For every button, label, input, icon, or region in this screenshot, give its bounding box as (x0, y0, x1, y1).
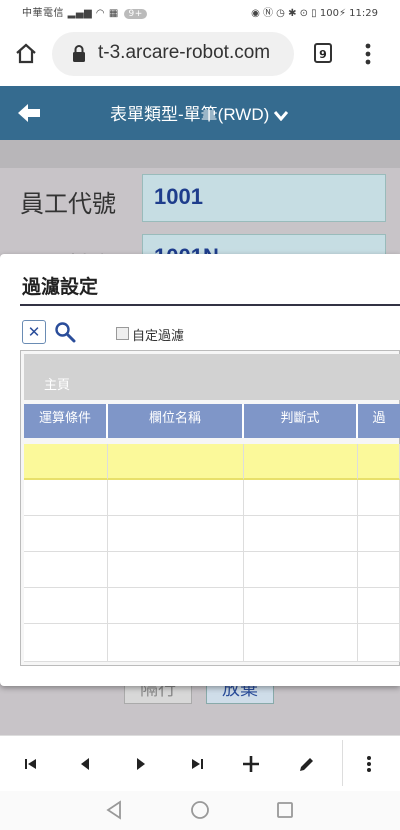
cell-filter-value[interactable] (358, 624, 400, 662)
cell-filter-value[interactable] (358, 516, 400, 552)
clear-filter-button[interactable]: ✕ (22, 320, 46, 344)
close-icon: ✕ (27, 323, 41, 341)
table-row[interactable] (24, 624, 400, 662)
status-right: ◉ Ⓝ ◷ ✱ ⊙ ▯ 100⚡ 11:29 (251, 8, 378, 19)
nav-back-icon[interactable] (104, 799, 124, 821)
cell-field-name[interactable] (108, 588, 244, 624)
column-header-condition[interactable]: 判斷式 (244, 404, 358, 438)
edit-pencil-icon[interactable] (296, 753, 318, 775)
cell-filter-value[interactable] (358, 588, 400, 624)
battery-level: 100 (319, 8, 339, 19)
search-icon[interactable] (54, 321, 76, 343)
cell-condition[interactable] (244, 624, 358, 662)
column-header-field-name[interactable]: 欄位名稱 (108, 404, 244, 438)
carrier-label: 中華電信 ▂▄▆ ◠ ▦ 9+ (22, 4, 147, 19)
table-row[interactable] (24, 552, 400, 588)
lock-icon (72, 45, 86, 63)
status-bar: 中華電信 ▂▄▆ ◠ ▦ 9+ ◉ Ⓝ ◷ ✱ ⊙ ▯ 100⚡ 11:29 (0, 0, 400, 22)
add-record-icon[interactable] (240, 753, 262, 775)
nav-recents-icon[interactable] (275, 800, 295, 820)
table-row[interactable] (24, 516, 400, 552)
form-top-strip (0, 140, 400, 168)
notification-badge: 9+ (124, 9, 147, 19)
cell-operator[interactable] (24, 444, 108, 480)
cell-operator[interactable] (24, 480, 108, 516)
cell-field-name[interactable] (108, 552, 244, 588)
dialog-divider (20, 304, 400, 306)
dialog-title: 過濾設定 (22, 276, 99, 298)
app-title: 表單類型-單筆(RWD) (110, 105, 270, 124)
cell-field-name[interactable] (108, 444, 244, 480)
column-header-filter-value[interactable]: 過 (358, 404, 400, 438)
table-row[interactable] (24, 444, 400, 480)
more-vertical-icon[interactable] (358, 753, 380, 775)
cell-filter-value[interactable] (358, 552, 400, 588)
chevron-down-icon (269, 105, 289, 124)
url-text[interactable]: t-3.arcare-robot.com (98, 42, 270, 64)
form-type-dropdown[interactable]: 表單類型-單筆(RWD) (110, 100, 289, 125)
custom-filter-label: 自定過濾 (132, 329, 185, 344)
table-row[interactable] (24, 588, 400, 624)
next-record-icon[interactable] (130, 753, 152, 775)
cell-operator[interactable] (24, 516, 108, 552)
cell-operator[interactable] (24, 588, 108, 624)
cell-operator[interactable] (24, 624, 108, 662)
employee-id-label: 員工代號 (20, 190, 116, 218)
cell-field-name[interactable] (108, 624, 244, 662)
clock: 11:29 (349, 8, 378, 19)
cell-condition[interactable] (244, 480, 358, 516)
cell-condition[interactable] (244, 588, 358, 624)
cell-filter-value[interactable] (358, 480, 400, 516)
nav-home-icon[interactable] (189, 799, 211, 821)
cell-condition[interactable] (244, 552, 358, 588)
last-record-icon[interactable] (186, 753, 208, 775)
first-record-icon[interactable] (20, 753, 42, 775)
tab-bar (24, 354, 400, 400)
back-arrow-icon[interactable] (16, 101, 42, 125)
column-header-operator[interactable]: 運算條件 (24, 404, 108, 438)
overflow-menu-icon[interactable] (358, 40, 378, 68)
home-icon[interactable] (14, 42, 38, 66)
cell-condition[interactable] (244, 444, 358, 480)
cell-field-name[interactable] (108, 480, 244, 516)
tab-switcher-button[interactable]: 9 (314, 43, 332, 63)
tab-main[interactable]: 主頁 (44, 374, 70, 393)
cell-condition[interactable] (244, 516, 358, 552)
custom-filter-checkbox[interactable] (116, 327, 129, 340)
table-row[interactable] (24, 480, 400, 516)
cell-filter-value[interactable] (358, 444, 400, 480)
cell-field-name[interactable] (108, 516, 244, 552)
cell-operator[interactable] (24, 552, 108, 588)
toolbar-divider (342, 740, 343, 786)
previous-record-icon[interactable] (74, 753, 96, 775)
employee-id-value: 1001 (154, 184, 203, 209)
